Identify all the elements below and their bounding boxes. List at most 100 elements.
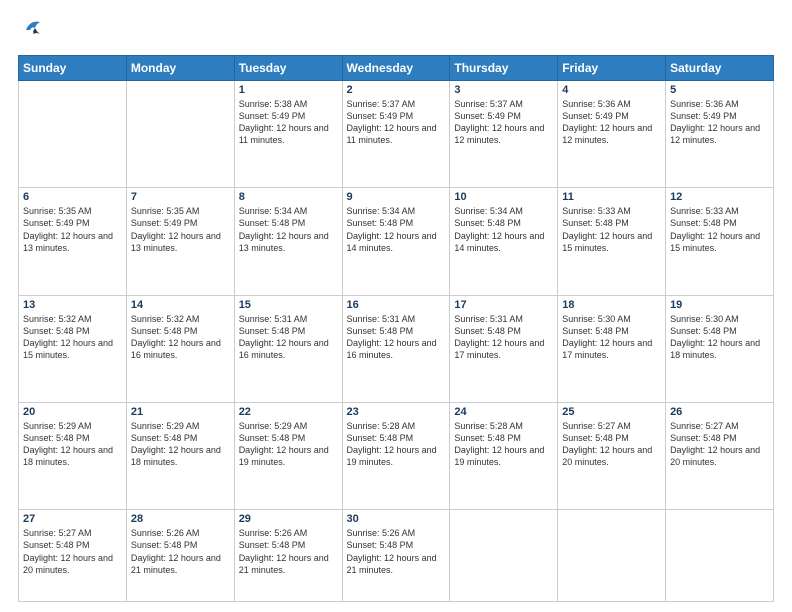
day-info: Sunrise: 5:31 AM Sunset: 5:48 PM Dayligh… xyxy=(454,313,553,362)
day-info: Sunrise: 5:38 AM Sunset: 5:49 PM Dayligh… xyxy=(239,98,338,147)
day-info: Sunrise: 5:36 AM Sunset: 5:49 PM Dayligh… xyxy=(562,98,661,147)
day-info: Sunrise: 5:29 AM Sunset: 5:48 PM Dayligh… xyxy=(23,420,122,469)
day-number: 2 xyxy=(347,84,446,96)
day-info: Sunrise: 5:37 AM Sunset: 5:49 PM Dayligh… xyxy=(454,98,553,147)
weekday-header-wednesday: Wednesday xyxy=(342,56,450,81)
calendar-cell: 19 Sunrise: 5:30 AM Sunset: 5:48 PM Dayli… xyxy=(666,295,774,402)
calendar-cell: 26Sunrise: 5:27 AM Sunset: 5:48 PM Dayli… xyxy=(666,402,774,509)
calendar-cell: 30 Sunrise: 5:26 AM Sunset: 5:48 PM Dayli… xyxy=(342,510,450,602)
calendar-cell: 11Sunrise: 5:33 AM Sunset: 5:48 PM Dayli… xyxy=(558,188,666,295)
calendar-cell: 10Sunrise: 5:34 AM Sunset: 5:48 PM Dayli… xyxy=(450,188,558,295)
day-info: Sunrise: 5:36 AM Sunset: 5:49 PM Dayligh… xyxy=(670,98,769,147)
day-number: 27 xyxy=(23,513,122,525)
day-info: Sunrise: 5:29 AM Sunset: 5:48 PM Dayligh… xyxy=(131,420,230,469)
calendar-cell xyxy=(19,81,127,188)
day-info: Sunrise: 5:33 AM Sunset: 5:48 PM Dayligh… xyxy=(562,205,661,254)
day-info: Sunrise: 5:26 AM Sunset: 5:48 PM Dayligh… xyxy=(347,527,446,576)
day-number: 6 xyxy=(23,191,122,203)
day-info: Sunrise: 5:32 AM Sunset: 5:48 PM Dayligh… xyxy=(131,313,230,362)
day-info: Sunrise: 5:26 AM Sunset: 5:48 PM Dayligh… xyxy=(131,527,230,576)
calendar-cell: 2 Sunrise: 5:37 AM Sunset: 5:49 PM Daylig… xyxy=(342,81,450,188)
calendar-cell: 24 Sunrise: 5:28 AM Sunset: 5:48 PM Dayli… xyxy=(450,402,558,509)
calendar-cell: 17 Sunrise: 5:31 AM Sunset: 5:48 PM Dayli… xyxy=(450,295,558,402)
day-info: Sunrise: 5:33 AM Sunset: 5:48 PM Dayligh… xyxy=(670,205,769,254)
day-info: Sunrise: 5:32 AM Sunset: 5:48 PM Dayligh… xyxy=(23,313,122,362)
weekday-header-thursday: Thursday xyxy=(450,56,558,81)
calendar-cell: 18 Sunrise: 5:30 AM Sunset: 5:48 PM Dayli… xyxy=(558,295,666,402)
day-number: 8 xyxy=(239,191,338,203)
day-number: 7 xyxy=(131,191,230,203)
day-info: Sunrise: 5:30 AM Sunset: 5:48 PM Dayligh… xyxy=(670,313,769,362)
day-number: 28 xyxy=(131,513,230,525)
calendar-cell: 5 Sunrise: 5:36 AM Sunset: 5:49 PM Daylig… xyxy=(666,81,774,188)
calendar-cell: 9Sunrise: 5:34 AM Sunset: 5:48 PM Daylig… xyxy=(342,188,450,295)
day-info: Sunrise: 5:27 AM Sunset: 5:48 PM Dayligh… xyxy=(670,420,769,469)
day-info: Sunrise: 5:31 AM Sunset: 5:48 PM Dayligh… xyxy=(347,313,446,362)
day-info: Sunrise: 5:37 AM Sunset: 5:49 PM Dayligh… xyxy=(347,98,446,147)
calendar-cell: 15 Sunrise: 5:31 AM Sunset: 5:48 PM Dayli… xyxy=(234,295,342,402)
calendar-cell xyxy=(450,510,558,602)
logo-bird-icon xyxy=(22,16,44,43)
header xyxy=(18,18,774,45)
day-number: 10 xyxy=(454,191,553,203)
day-info: Sunrise: 5:28 AM Sunset: 5:48 PM Dayligh… xyxy=(347,420,446,469)
day-number: 22 xyxy=(239,406,338,418)
weekday-header-friday: Friday xyxy=(558,56,666,81)
calendar-cell: 13 Sunrise: 5:32 AM Sunset: 5:48 PM Dayli… xyxy=(19,295,127,402)
day-number: 24 xyxy=(454,406,553,418)
day-info: Sunrise: 5:29 AM Sunset: 5:48 PM Dayligh… xyxy=(239,420,338,469)
day-number: 19 xyxy=(670,299,769,311)
day-number: 21 xyxy=(131,406,230,418)
day-info: Sunrise: 5:30 AM Sunset: 5:48 PM Dayligh… xyxy=(562,313,661,362)
day-info: Sunrise: 5:27 AM Sunset: 5:48 PM Dayligh… xyxy=(23,527,122,576)
calendar-cell xyxy=(126,81,234,188)
day-info: Sunrise: 5:34 AM Sunset: 5:48 PM Dayligh… xyxy=(239,205,338,254)
calendar-cell xyxy=(666,510,774,602)
calendar-cell: 27 Sunrise: 5:27 AM Sunset: 5:48 PM Dayli… xyxy=(19,510,127,602)
day-number: 23 xyxy=(347,406,446,418)
day-number: 15 xyxy=(239,299,338,311)
day-number: 16 xyxy=(347,299,446,311)
calendar-cell: 28 Sunrise: 5:26 AM Sunset: 5:48 PM Dayli… xyxy=(126,510,234,602)
calendar-cell: 12 Sunrise: 5:33 AM Sunset: 5:48 PM Dayli… xyxy=(666,188,774,295)
calendar-cell: 4 Sunrise: 5:36 AM Sunset: 5:49 PM Daylig… xyxy=(558,81,666,188)
calendar-cell: 21 Sunrise: 5:29 AM Sunset: 5:48 PM Dayli… xyxy=(126,402,234,509)
day-info: Sunrise: 5:31 AM Sunset: 5:48 PM Dayligh… xyxy=(239,313,338,362)
calendar-cell: 25 Sunrise: 5:27 AM Sunset: 5:48 PM Dayli… xyxy=(558,402,666,509)
logo xyxy=(18,18,44,45)
week-row-0: 1Sunrise: 5:38 AM Sunset: 5:49 PM Daylig… xyxy=(19,81,774,188)
calendar-page: SundayMondayTuesdayWednesdayThursdayFrid… xyxy=(0,0,792,612)
weekday-header-row: SundayMondayTuesdayWednesdayThursdayFrid… xyxy=(19,56,774,81)
calendar-cell: 16 Sunrise: 5:31 AM Sunset: 5:48 PM Dayli… xyxy=(342,295,450,402)
weekday-header-tuesday: Tuesday xyxy=(234,56,342,81)
week-row-1: 6 Sunrise: 5:35 AM Sunset: 5:49 PM Daylig… xyxy=(19,188,774,295)
week-row-2: 13 Sunrise: 5:32 AM Sunset: 5:48 PM Dayli… xyxy=(19,295,774,402)
calendar-cell: 7 Sunrise: 5:35 AM Sunset: 5:49 PM Daylig… xyxy=(126,188,234,295)
day-info: Sunrise: 5:28 AM Sunset: 5:48 PM Dayligh… xyxy=(454,420,553,469)
day-number: 13 xyxy=(23,299,122,311)
calendar-cell xyxy=(558,510,666,602)
day-number: 25 xyxy=(562,406,661,418)
day-number: 4 xyxy=(562,84,661,96)
day-number: 18 xyxy=(562,299,661,311)
calendar-cell: 6 Sunrise: 5:35 AM Sunset: 5:49 PM Daylig… xyxy=(19,188,127,295)
day-info: Sunrise: 5:35 AM Sunset: 5:49 PM Dayligh… xyxy=(23,205,122,254)
day-number: 5 xyxy=(670,84,769,96)
week-row-4: 27 Sunrise: 5:27 AM Sunset: 5:48 PM Dayli… xyxy=(19,510,774,602)
calendar-cell: 3 Sunrise: 5:37 AM Sunset: 5:49 PM Daylig… xyxy=(450,81,558,188)
day-number: 20 xyxy=(23,406,122,418)
day-number: 17 xyxy=(454,299,553,311)
day-info: Sunrise: 5:27 AM Sunset: 5:48 PM Dayligh… xyxy=(562,420,661,469)
calendar-cell: 8 Sunrise: 5:34 AM Sunset: 5:48 PM Daylig… xyxy=(234,188,342,295)
calendar-cell: 20 Sunrise: 5:29 AM Sunset: 5:48 PM Dayli… xyxy=(19,402,127,509)
day-number: 30 xyxy=(347,513,446,525)
week-row-3: 20 Sunrise: 5:29 AM Sunset: 5:48 PM Dayli… xyxy=(19,402,774,509)
day-number: 3 xyxy=(454,84,553,96)
calendar-cell: 23 Sunrise: 5:28 AM Sunset: 5:48 PM Dayli… xyxy=(342,402,450,509)
day-info: Sunrise: 5:26 AM Sunset: 5:48 PM Dayligh… xyxy=(239,527,338,576)
weekday-header-monday: Monday xyxy=(126,56,234,81)
weekday-header-saturday: Saturday xyxy=(666,56,774,81)
day-number: 12 xyxy=(670,191,769,203)
day-info: Sunrise: 5:35 AM Sunset: 5:49 PM Dayligh… xyxy=(131,205,230,254)
calendar-table: SundayMondayTuesdayWednesdayThursdayFrid… xyxy=(18,55,774,602)
